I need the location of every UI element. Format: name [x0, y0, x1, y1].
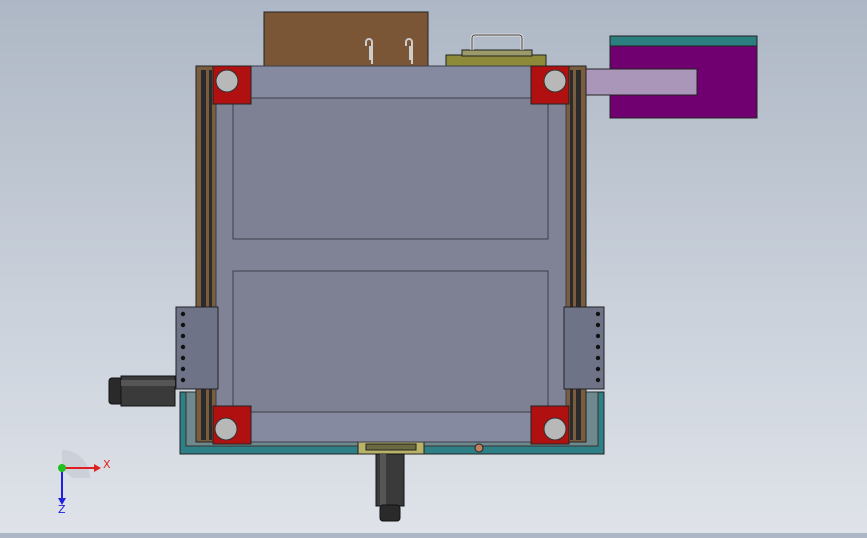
bottom-cylinder[interactable] — [375, 453, 405, 522]
motor-block[interactable] — [565, 35, 758, 119]
left-cylinder[interactable] — [108, 375, 176, 407]
x-axis-label: X — [103, 458, 111, 471]
main-panel[interactable] — [215, 65, 567, 443]
coordinate-triad-icon: X Z — [58, 450, 111, 516]
top-handle-box[interactable] — [445, 33, 547, 70]
corner-block-bottom-left[interactable] — [212, 405, 252, 445]
cad-viewport[interactable]: X Z — [0, 0, 867, 533]
corner-block-top-right[interactable] — [530, 65, 570, 105]
cad-model-drawing: X Z — [58, 11, 758, 522]
left-side-bracket[interactable] — [175, 306, 219, 390]
corner-block-top-left[interactable] — [212, 65, 252, 105]
right-side-bracket[interactable] — [563, 306, 605, 390]
z-axis-label: Z — [58, 503, 66, 516]
corner-block-bottom-right[interactable] — [530, 405, 570, 445]
top-brown-box[interactable] — [263, 11, 429, 69]
